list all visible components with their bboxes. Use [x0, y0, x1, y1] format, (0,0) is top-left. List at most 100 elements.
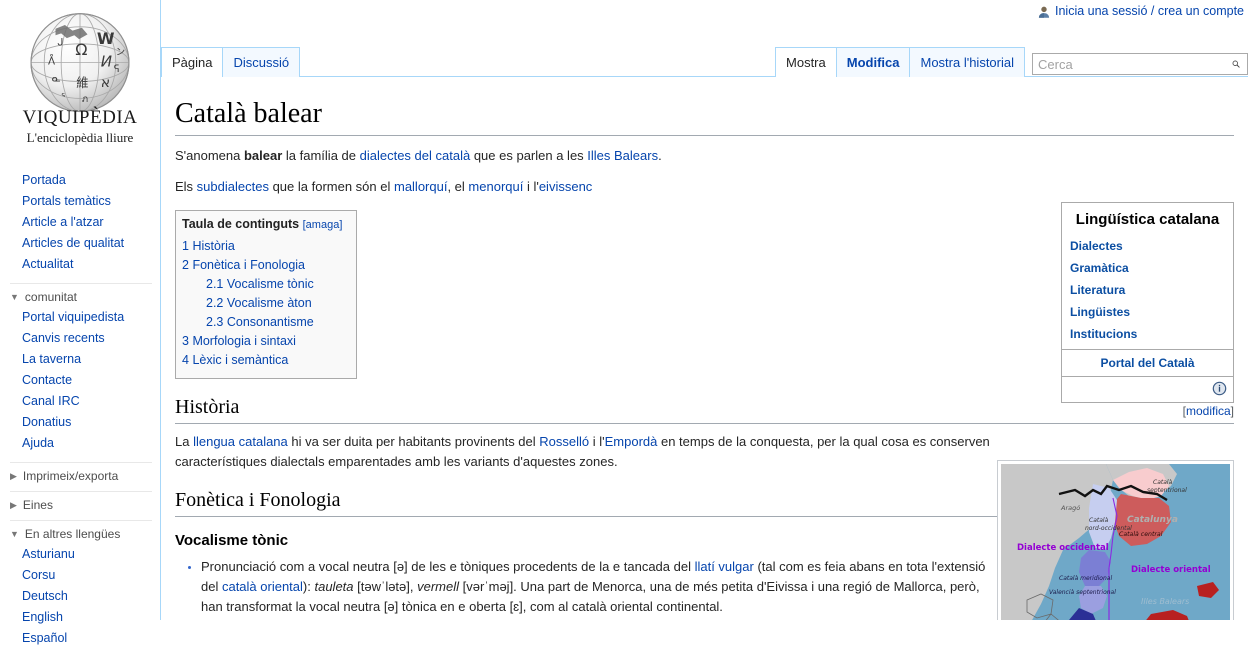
page-title: Català balear	[175, 97, 1234, 136]
tab-discussio[interactable]: Discussió	[222, 47, 301, 77]
lead-text: i l'	[523, 178, 539, 194]
tab-pagina[interactable]: Pàgina	[161, 47, 224, 77]
sidebar-item-articles-qualitat[interactable]: Articles de qualitat	[0, 233, 160, 254]
link-llati-vulgar[interactable]: llatí vulgar	[695, 559, 754, 574]
chevron-right-icon: ▶	[10, 499, 17, 510]
toc-title-label: Taula de continguts	[182, 216, 300, 231]
toc-label: Lèxic i semàntica	[192, 352, 289, 367]
toc-label: Fonètica i Fonologia	[192, 257, 306, 272]
toc-entry[interactable]: 2 Fonètica i Fonologia	[182, 256, 342, 275]
sidebar-item-portals-tematics[interactable]: Portals temàtics	[0, 191, 160, 212]
section-title: Vocalisme tònic	[175, 532, 289, 550]
sidebar-lang-english[interactable]: English	[0, 607, 160, 628]
sidebar-lang-corsu[interactable]: Corsu	[0, 565, 160, 586]
chevron-right-icon: ▶	[10, 470, 17, 481]
lead-text: S'anomena	[175, 147, 244, 163]
infobox-portal-link[interactable]: Portal del Català	[1100, 356, 1194, 370]
table-of-contents: Taula de continguts [amaga] 1 Història 2…	[175, 209, 358, 379]
toc-toggle-link[interactable]: [amaga]	[303, 219, 343, 231]
infobox-item-gramatica[interactable]: Gramàtica	[1070, 257, 1233, 279]
link-catala-oriental[interactable]: català oriental	[222, 579, 303, 594]
sidebar-section-tools: ▶ Eines	[0, 498, 160, 512]
svg-text:Dialecte occidental: Dialecte occidental	[1017, 543, 1109, 553]
historia-paragraph: La llengua catalana hi va ser duita per …	[175, 432, 995, 472]
toc-entry[interactable]: 2.3 Consonantisme	[182, 313, 342, 332]
login-create-account-link[interactable]: Inicia una sessió / crea un compte	[1055, 4, 1244, 18]
link-emporda[interactable]: Empordà	[605, 434, 658, 449]
lead-text: que es parlen a les	[470, 147, 588, 163]
link-menorqui[interactable]: menorquí	[468, 179, 523, 194]
infobox-item-linguistes[interactable]: Lingüistes	[1070, 301, 1233, 323]
toc-entry[interactable]: 3 Morfologia i sintaxi	[182, 332, 342, 351]
search-button[interactable]	[1226, 55, 1246, 73]
sidebar-item-donatius[interactable]: Donatius	[0, 412, 160, 433]
link-dialectes-del-catala[interactable]: dialectes del català	[360, 148, 471, 163]
link-subdialectes[interactable]: subdialectes	[197, 179, 269, 194]
toc-number: 2	[182, 257, 189, 272]
infobox-item-dialectes[interactable]: Dialectes	[1070, 235, 1233, 257]
sidebar-heading-label: Imprimeix/exporta	[22, 469, 119, 483]
sidebar-item-actualitat[interactable]: Actualitat	[0, 254, 160, 275]
map-thumbnail-dialectes[interactable]: Aragó Català nord-occidental Català sept…	[997, 459, 1234, 620]
svg-text:ᕋ: ᕋ	[114, 64, 120, 75]
sidebar-heading-label: En altres llengües	[24, 527, 121, 541]
tab-label: Modifica	[846, 55, 900, 70]
toc-entry[interactable]: 2.1 Vocalisme tònic	[182, 275, 342, 294]
sidebar-lang-asturianu[interactable]: Asturianu	[0, 544, 160, 565]
lead-text: Els	[175, 178, 197, 194]
site-logo-block[interactable]: Ω W И 維 א ᐰ ᓇ ン ᒍ ภ ᕐ ᕋ VIQUIPÈDIA L'enc…	[0, 0, 160, 146]
sidebar-item-contacte[interactable]: Contacte	[0, 370, 160, 391]
toc-number: 3	[182, 333, 189, 348]
tab-mostra[interactable]: Mostra	[775, 47, 837, 77]
sidebar-item-portada[interactable]: Portada	[0, 170, 160, 191]
toc-number: 2.3	[206, 314, 224, 329]
sidebar-section-print: ▶ Imprimeix/exporta	[0, 469, 160, 483]
svg-text:ᕐ: ᕐ	[61, 92, 65, 103]
toc-header: Taula de continguts [amaga]	[182, 217, 342, 231]
lead-text: .	[658, 147, 662, 163]
sidebar-item-canal-irc[interactable]: Canal IRC	[0, 391, 160, 412]
svg-text:Català: Català	[1153, 479, 1173, 486]
sidebar-item-portal-viquipedista[interactable]: Portal viquipedista	[0, 307, 160, 328]
infobox-item-literatura[interactable]: Literatura	[1070, 279, 1233, 301]
link-llengua-catalana[interactable]: llengua catalana	[193, 434, 288, 449]
tab-modifica[interactable]: Modifica	[835, 47, 911, 77]
body-text: Pronunciació com a vocal neutra [ə] de l…	[201, 558, 695, 574]
edit-section-link-historia[interactable]: [modifica]	[1183, 404, 1234, 419]
sidebar-heading-imprimeix-exporta[interactable]: ▶ Imprimeix/exporta	[0, 469, 160, 483]
search-form	[1032, 53, 1248, 75]
toc-entry[interactable]: 4 Lèxic i semàntica	[182, 351, 342, 370]
link-mallorqui[interactable]: mallorquí	[394, 179, 447, 194]
svg-text:Català central: Català central	[1119, 530, 1163, 538]
sidebar-item-article-atzar[interactable]: Article a l'atzar	[0, 212, 160, 233]
svg-text:ᒍ: ᒍ	[57, 38, 63, 49]
tab-mostra-historial[interactable]: Mostra l'historial	[909, 47, 1025, 77]
list-item: Pronunciació com a vocal neutra [ə] de l…	[201, 557, 990, 617]
toc-label: Consonantisme	[226, 314, 314, 329]
toc-entry[interactable]: 2.2 Vocalisme àton	[182, 294, 342, 313]
sidebar-lang-deutsch[interactable]: Deutsch	[0, 586, 160, 607]
sidebar-heading-eines[interactable]: ▶ Eines	[0, 498, 160, 512]
lead-bold-term: balear	[243, 147, 283, 163]
sidebar-heading-comunitat[interactable]: ▼ comunitat	[0, 290, 160, 304]
infobox-links: Dialectes Gramàtica Literatura Lingüiste…	[1062, 235, 1233, 349]
infobox-linguistica-catalana: Lingüística catalana Dialectes Gramàtica…	[1061, 201, 1234, 403]
link-rossello[interactable]: Rosselló	[539, 434, 589, 449]
toc-list: 1 Història 2 Fonètica i Fonologia 2.1 Vo…	[182, 237, 342, 370]
toc-entry[interactable]: 1 Història	[182, 237, 342, 256]
info-circle-icon[interactable]	[1212, 381, 1227, 399]
sidebar-heading-altres-llengues[interactable]: ▼ En altres llengües	[0, 527, 160, 541]
sidebar-item-canvis-recents[interactable]: Canvis recents	[0, 328, 160, 349]
infobox-item-institucions[interactable]: Institucions	[1070, 323, 1233, 345]
link-illes-balears[interactable]: Illes Balears	[587, 148, 658, 163]
sidebar-item-la-taverna[interactable]: La taverna	[0, 349, 160, 370]
svg-text:Catalunya: Catalunya	[1127, 515, 1178, 525]
toc-number: 4	[182, 352, 189, 367]
search-input[interactable]	[1032, 53, 1248, 75]
link-eivissenc[interactable]: eivissenc	[539, 179, 592, 194]
svg-text:Ω: Ω	[75, 40, 87, 59]
svg-text:ᓇ: ᓇ	[52, 72, 61, 84]
sidebar-lang-espanol[interactable]: Español	[0, 628, 160, 649]
sidebar-divider-1	[10, 283, 152, 284]
sidebar-item-ajuda[interactable]: Ajuda	[0, 433, 160, 454]
